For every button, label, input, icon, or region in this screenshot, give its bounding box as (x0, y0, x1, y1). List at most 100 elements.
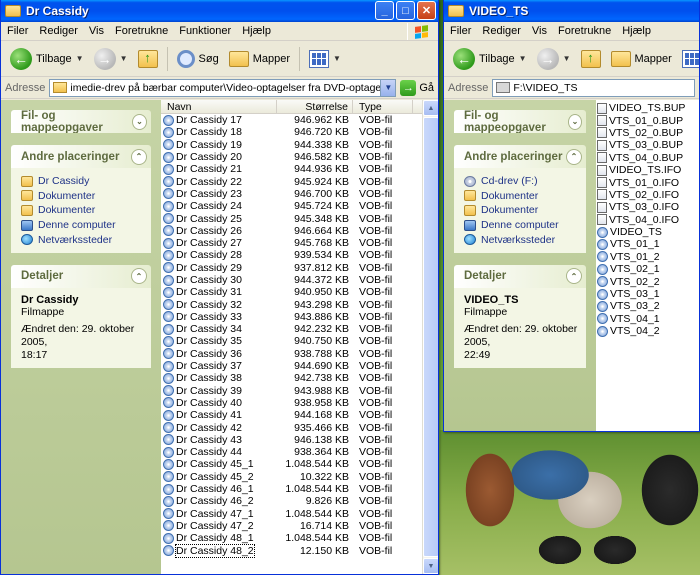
chevron-down-icon[interactable]: ▼ (519, 54, 527, 63)
minimize-button[interactable]: _ (375, 1, 394, 20)
file-row[interactable]: VTS_02_1 (596, 263, 699, 275)
file-row[interactable]: Dr Cassidy 47_2 16.714 KB VOB-fil (161, 520, 422, 532)
column-header-size[interactable]: Størrelse (277, 100, 353, 114)
file-row[interactable]: Dr Cassidy 33 943.886 KB VOB-fil (161, 311, 422, 323)
file-row[interactable]: Dr Cassidy 48_1 1.048.544 KB VOB-fil (161, 532, 422, 544)
maximize-button[interactable]: □ (396, 1, 415, 20)
file-row[interactable]: Dr Cassidy 24 945.724 KB VOB-fil (161, 200, 422, 212)
menu-tools[interactable]: Funktioner (179, 25, 231, 37)
file-row[interactable]: Dr Cassidy 23 946.700 KB VOB-fil (161, 188, 422, 200)
file-row[interactable]: Dr Cassidy 31 940.950 KB VOB-fil (161, 286, 422, 298)
file-row[interactable]: VTS_03_1 (596, 288, 699, 300)
folders-button[interactable]: Mapper (226, 49, 293, 69)
file-row[interactable]: Dr Cassidy 35 940.750 KB VOB-fil (161, 335, 422, 347)
place-link-dr-cassidy[interactable]: Dr Cassidy (21, 174, 143, 189)
search-button[interactable]: Søg (174, 48, 222, 70)
go-button[interactable]: → Gå (400, 79, 434, 96)
chevron-up-icon[interactable]: ⌃ (566, 148, 582, 165)
up-button[interactable]: ↑ (578, 48, 604, 70)
chevron-up-icon[interactable]: ⌃ (131, 268, 147, 285)
file-row[interactable]: VTS_04_0.BUP (596, 152, 699, 164)
back-button[interactable]: ← Tilbage ▼ (450, 46, 530, 72)
address-input[interactable]: imedie-drev på bærbar computer\Video-opt… (49, 78, 397, 97)
place-link-documents-shared[interactable]: Dokumenter (464, 203, 578, 218)
other-places-header[interactable]: Andre placeringer ⌃ (454, 145, 586, 168)
place-link-network[interactable]: Netværkssteder (21, 232, 143, 247)
file-row[interactable]: Dr Cassidy 34 942.232 KB VOB-fil (161, 323, 422, 335)
other-places-header[interactable]: Andre placeringer ⌃ (11, 145, 151, 168)
file-row[interactable]: Dr Cassidy 45_2 10.322 KB VOB-fil (161, 471, 422, 483)
menu-favorites[interactable]: Foretrukne (115, 25, 168, 37)
file-row[interactable]: VTS_01_0.IFO (596, 176, 699, 189)
up-button[interactable]: ↑ (135, 48, 161, 70)
chevron-down-icon[interactable]: ▼ (563, 54, 571, 63)
menu-view[interactable]: Vis (532, 25, 547, 37)
place-link-documents[interactable]: Dokumenter (464, 189, 578, 204)
menu-help[interactable]: Hjælp (622, 25, 651, 37)
folders-button[interactable]: Mapper (608, 49, 675, 69)
scroll-up-button[interactable]: ▲ (423, 100, 438, 116)
file-row[interactable]: Dr Cassidy 46_1 1.048.544 KB VOB-fil (161, 483, 422, 495)
file-row[interactable]: Dr Cassidy 30 944.372 KB VOB-fil (161, 274, 422, 286)
chevron-down-icon[interactable]: ⌄ (132, 113, 147, 130)
address-dropdown-button[interactable]: ▼ (380, 79, 396, 96)
menu-view[interactable]: Vis (89, 25, 104, 37)
file-row[interactable]: VTS_01_1 (596, 238, 699, 250)
file-row[interactable]: VTS_02_2 (596, 275, 699, 288)
menu-file[interactable]: Filer (7, 25, 28, 37)
chevron-up-icon[interactable]: ⌃ (566, 268, 582, 285)
place-link-network[interactable]: Netværkssteder (464, 232, 578, 247)
file-row[interactable]: VTS_01_0.BUP (596, 114, 699, 127)
menu-edit[interactable]: Rediger (39, 25, 78, 37)
file-row[interactable]: Dr Cassidy 41 944.168 KB VOB-fil (161, 409, 422, 421)
details-header[interactable]: Detaljer ⌃ (454, 264, 586, 288)
chevron-up-icon[interactable]: ⌃ (131, 148, 147, 165)
scroll-thumb[interactable] (423, 117, 438, 557)
file-row[interactable]: VTS_03_0.BUP (596, 139, 699, 151)
file-row[interactable]: Dr Cassidy 21 944.936 KB VOB-fil (161, 163, 422, 175)
file-row[interactable]: Dr Cassidy 46_2 9.826 KB VOB-fil (161, 495, 422, 507)
file-row[interactable]: Dr Cassidy 40 938.958 KB VOB-fil (161, 397, 422, 409)
menu-file[interactable]: Filer (450, 25, 471, 37)
file-row[interactable]: VTS_03_0.IFO (596, 201, 699, 213)
scroll-down-button[interactable]: ▼ (423, 558, 438, 574)
forward-button[interactable]: → ▼ (534, 46, 574, 72)
menu-edit[interactable]: Rediger (482, 25, 521, 37)
file-row[interactable]: Dr Cassidy 20 946.582 KB VOB-fil (161, 151, 422, 163)
file-row[interactable]: Dr Cassidy 22 945.924 KB VOB-fil (161, 175, 422, 188)
address-input[interactable]: F:\VIDEO_TS (492, 78, 695, 97)
file-list[interactable]: VIDEO_TS.BUP VTS_01_0.BUP VTS_02_0.BUP VTS_… (596, 100, 699, 431)
chevron-down-icon[interactable]: ⌄ (567, 113, 582, 130)
file-row[interactable]: Dr Cassidy 45_1 1.048.544 KB VOB-fil (161, 458, 422, 470)
file-row[interactable]: Dr Cassidy 17 946.962 KB VOB-fil (161, 114, 422, 126)
file-row[interactable]: Dr Cassidy 27 945.768 KB VOB-fil (161, 237, 422, 249)
explorer-window-dr-cassidy[interactable]: Dr Cassidy _ □ ✕ Filer Rediger Vis Foret… (0, 0, 439, 575)
file-row[interactable]: Dr Cassidy 44 938.364 KB VOB-fil (161, 446, 422, 458)
file-row[interactable]: VTS_02_0.BUP (596, 127, 699, 139)
back-button[interactable]: ← Tilbage ▼ (7, 46, 87, 72)
file-row[interactable]: Dr Cassidy 42 935.466 KB VOB-fil (161, 421, 422, 434)
views-button[interactable]: ▼ (306, 48, 344, 70)
file-row[interactable]: Dr Cassidy 28 939.534 KB VOB-fil (161, 249, 422, 261)
file-row[interactable]: VIDEO_TS (596, 226, 699, 238)
file-row[interactable]: Dr Cassidy 29 937.812 KB VOB-fil (161, 262, 422, 274)
title-bar[interactable]: Dr Cassidy _ □ ✕ (1, 0, 438, 22)
menu-help[interactable]: Hjælp (242, 25, 271, 37)
file-row[interactable]: Dr Cassidy 43 946.138 KB VOB-fil (161, 434, 422, 446)
place-link-cd-drive[interactable]: Cd-drev (F:) (464, 174, 578, 189)
file-tasks-header[interactable]: Fil- og mappeopgaver ⌄ (454, 110, 586, 133)
details-header[interactable]: Detaljer ⌃ (11, 264, 151, 288)
close-button[interactable]: ✕ (417, 1, 436, 20)
vertical-scrollbar[interactable]: ▲ ▼ (422, 100, 438, 574)
explorer-window-video-ts[interactable]: VIDEO_TS Filer Rediger Vis Foretrukne Hj… (443, 0, 700, 432)
file-row[interactable]: VTS_04_2 (596, 325, 699, 337)
file-row[interactable]: Dr Cassidy 36 938.788 KB VOB-fil (161, 348, 422, 360)
file-row[interactable]: Dr Cassidy 37 944.690 KB VOB-fil (161, 360, 422, 372)
file-row[interactable]: Dr Cassidy 25 945.348 KB VOB-fil (161, 212, 422, 225)
file-row[interactable]: VTS_04_0.IFO (596, 214, 699, 226)
file-row[interactable]: Dr Cassidy 39 943.988 KB VOB-fil (161, 385, 422, 397)
file-row[interactable]: VIDEO_TS.IFO (596, 164, 699, 176)
file-row[interactable]: Dr Cassidy 48_2 12.150 KB VOB-fil (161, 543, 422, 558)
file-row[interactable]: Dr Cassidy 26 946.664 KB VOB-fil (161, 225, 422, 237)
column-header-name[interactable]: Navn (161, 100, 277, 114)
